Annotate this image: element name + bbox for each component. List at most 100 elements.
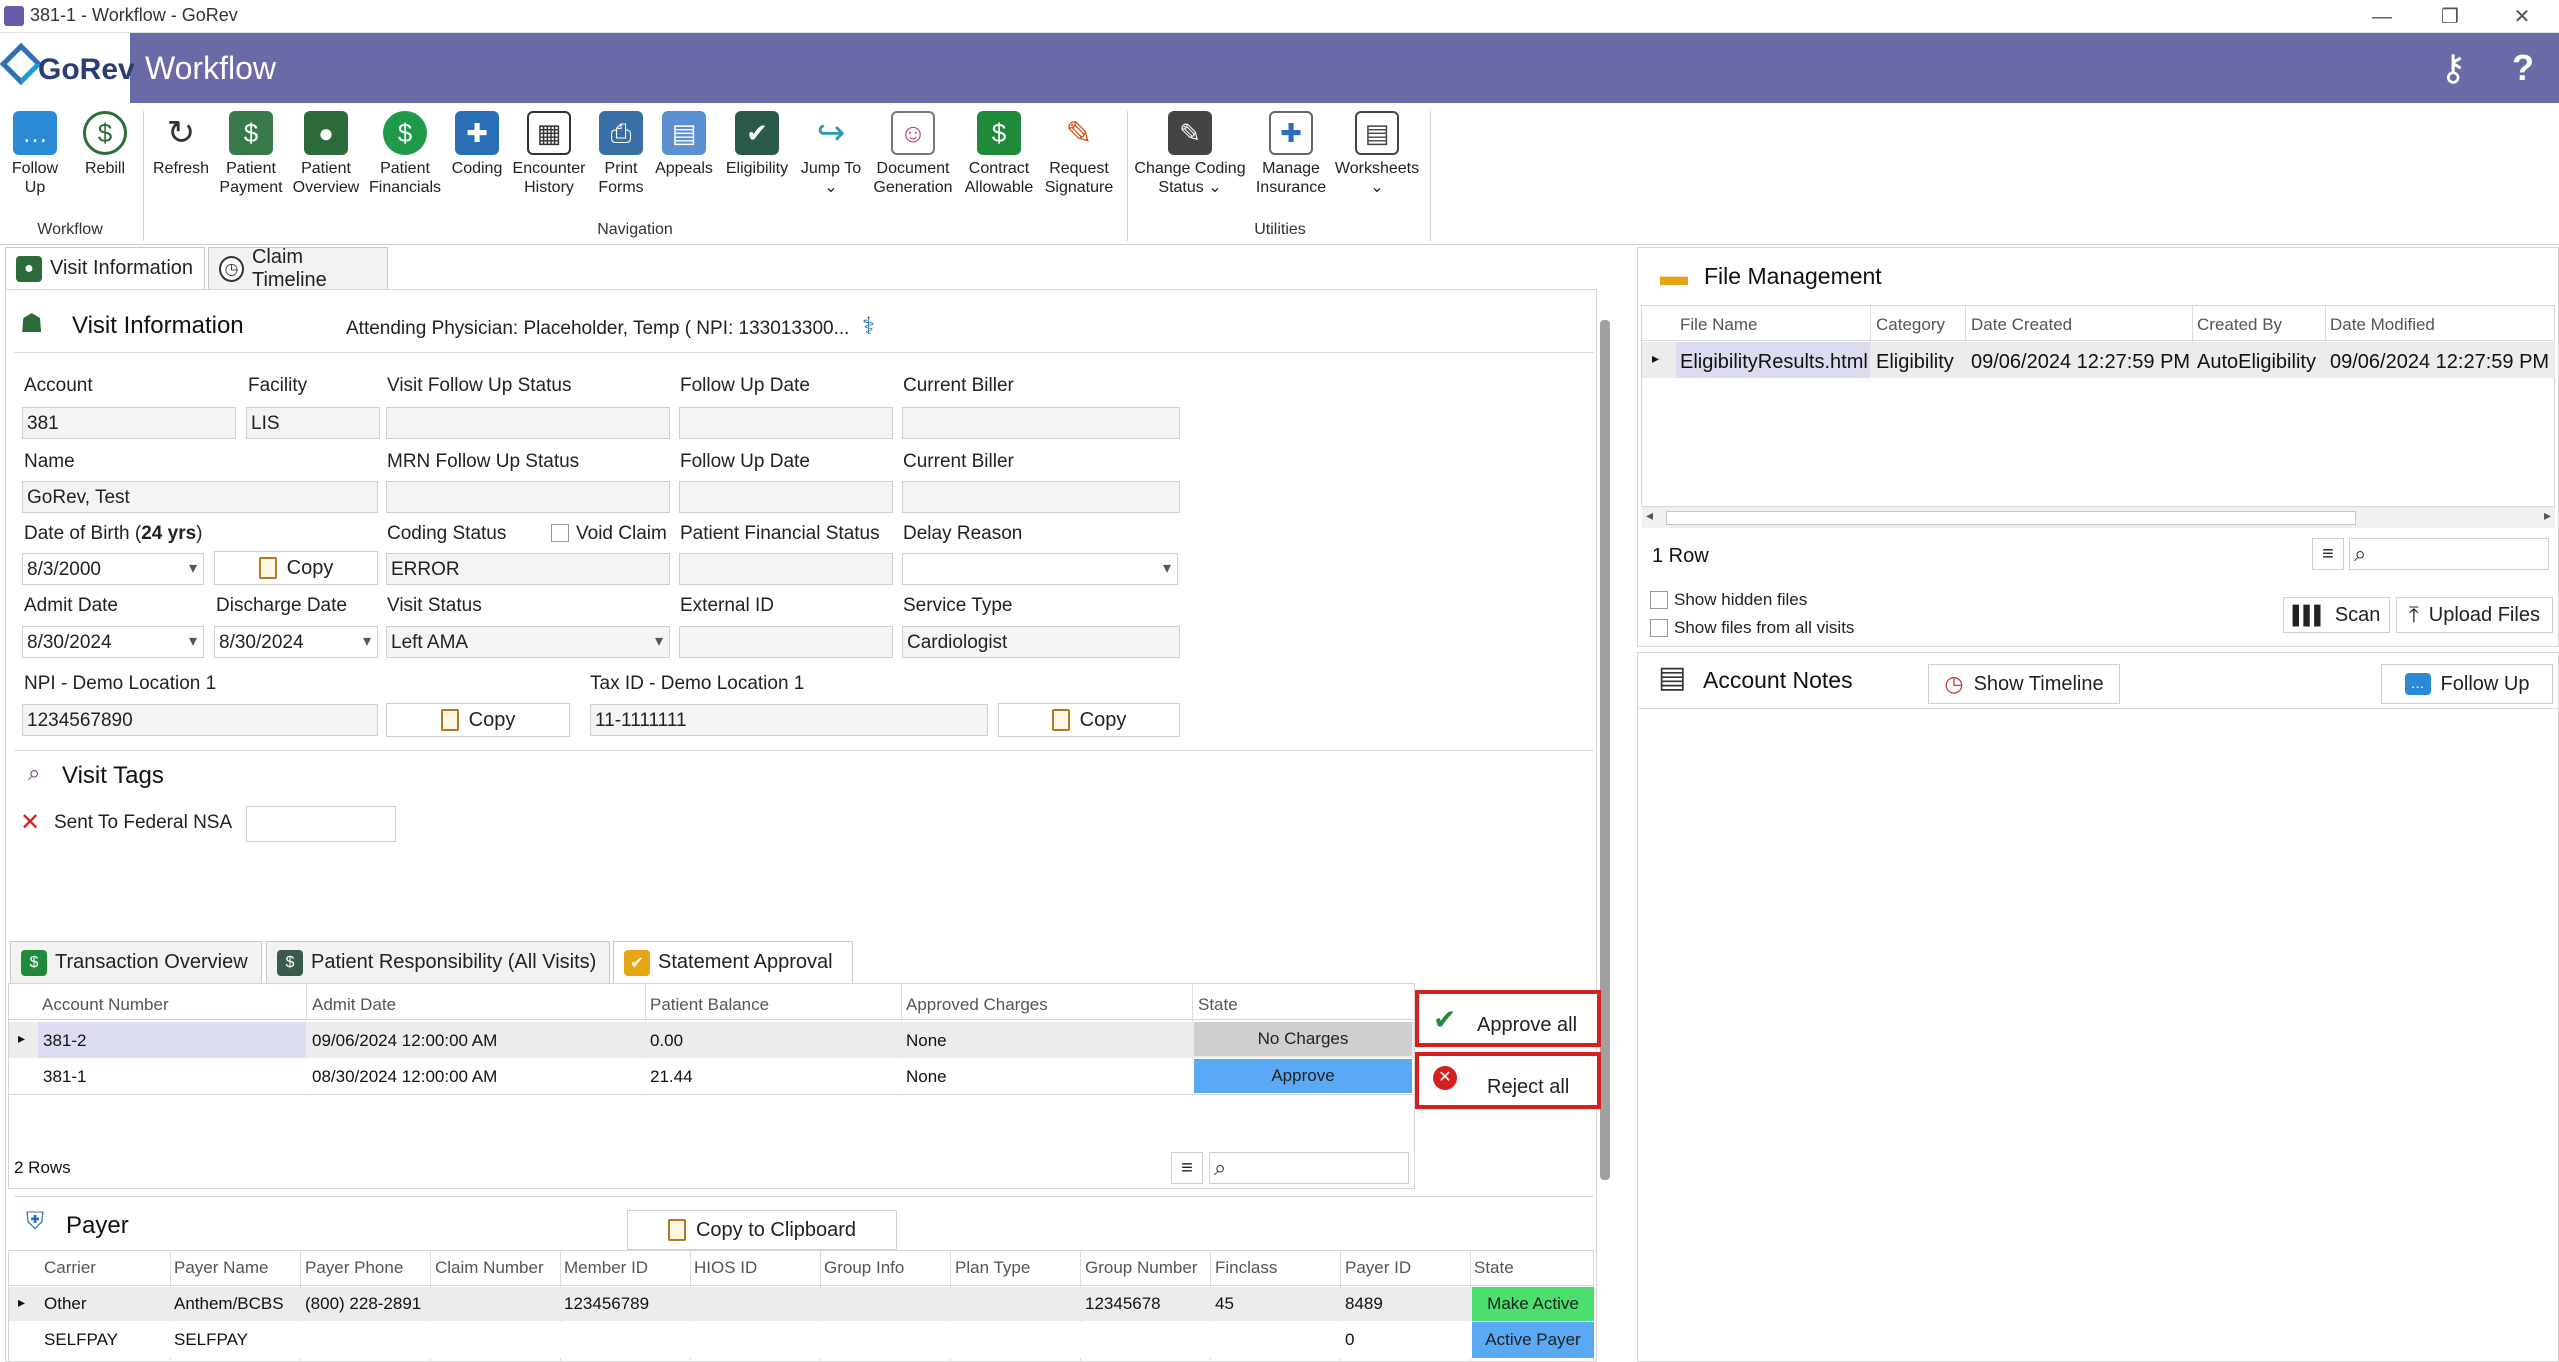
refresh-button[interactable]: ↻ Refresh bbox=[150, 111, 212, 178]
follow-up-date-field[interactable] bbox=[679, 407, 893, 439]
visit-follow-up-status-field[interactable] bbox=[386, 407, 670, 439]
column-header[interactable]: Created By bbox=[2197, 315, 2282, 335]
scrollbar-thumb[interactable] bbox=[1666, 511, 2356, 525]
file-search-input[interactable]: ⌕ bbox=[2349, 538, 2549, 570]
eligibility-button[interactable]: ✔ Eligibility bbox=[718, 111, 796, 178]
minimize-icon[interactable]: — bbox=[2362, 2, 2402, 32]
column-header[interactable]: Admit Date bbox=[312, 995, 396, 1015]
mrn-follow-up-date-field[interactable] bbox=[679, 481, 893, 513]
column-header[interactable]: Finclass bbox=[1215, 1258, 1277, 1278]
patient-financial-status-field[interactable] bbox=[679, 553, 893, 585]
document-generation-button[interactable]: ☺ Document Generation bbox=[870, 111, 956, 197]
column-header[interactable]: Group Number bbox=[1085, 1258, 1197, 1278]
worksheets-button[interactable]: ▤ Worksheets ⌄ bbox=[1334, 111, 1420, 197]
approve-all-button[interactable]: ✔ Approve all bbox=[1415, 990, 1601, 1047]
column-header[interactable]: Date Modified bbox=[2330, 315, 2435, 335]
dob-datepicker[interactable]: 8/3/2000 bbox=[22, 553, 204, 585]
change-coding-status-button[interactable]: ✎ Change Coding Status ⌄ bbox=[1132, 111, 1248, 197]
column-header[interactable]: Approved Charges bbox=[906, 995, 1048, 1015]
column-header[interactable]: Date Created bbox=[1971, 315, 2072, 335]
patient-payment-button[interactable]: $ Patient Payment bbox=[216, 111, 286, 197]
rebill-button[interactable]: $ Rebill bbox=[78, 111, 132, 178]
remove-tag-icon[interactable]: ✕ bbox=[20, 808, 40, 837]
column-header[interactable]: Claim Number bbox=[435, 1258, 544, 1278]
column-header[interactable]: Payer Phone bbox=[305, 1258, 403, 1278]
copy-to-clipboard-button[interactable]: Copy to Clipboard bbox=[627, 1210, 897, 1250]
column-header[interactable]: HIOS ID bbox=[694, 1258, 757, 1278]
print-forms-button[interactable]: ⎙ Print Forms bbox=[592, 111, 650, 197]
tab-transaction-overview[interactable]: $ Transaction Overview bbox=[10, 941, 262, 983]
file-grid-menu-icon[interactable]: ≡ bbox=[2312, 538, 2344, 570]
scan-button[interactable]: ▌▌▌ Scan bbox=[2283, 597, 2390, 633]
follow-up-button[interactable]: … Follow Up bbox=[8, 111, 62, 197]
visit-status-dropdown[interactable]: Left AMA bbox=[386, 626, 670, 658]
service-type-field[interactable]: Cardiologist bbox=[902, 626, 1180, 658]
encounter-history-button[interactable]: ▦ Encounter History bbox=[510, 111, 588, 197]
column-header[interactable]: Group Info bbox=[824, 1258, 904, 1278]
scroll-left-icon[interactable]: ◂ bbox=[1646, 507, 1653, 524]
current-biller-field[interactable] bbox=[902, 407, 1180, 439]
tab-visit-information[interactable]: ● Visit Information bbox=[5, 247, 205, 289]
reject-all-button[interactable]: ✕ Reject all bbox=[1415, 1052, 1601, 1109]
coding-button[interactable]: ✚ Coding bbox=[446, 111, 508, 178]
column-header[interactable]: State bbox=[1474, 1258, 1514, 1278]
mrn-follow-up-status-field[interactable] bbox=[386, 481, 670, 513]
contract-allowable-button[interactable]: $ Contract Allowable bbox=[960, 111, 1038, 197]
show-hidden-files-checkbox[interactable] bbox=[1650, 591, 1668, 609]
column-header[interactable]: Plan Type bbox=[955, 1258, 1030, 1278]
physician-icon[interactable]: ⚕ bbox=[862, 312, 875, 341]
external-id-field[interactable] bbox=[679, 626, 893, 658]
column-header[interactable]: Payer Name bbox=[174, 1258, 268, 1278]
copy-tax-id-button[interactable]: Copy bbox=[998, 703, 1180, 737]
patient-financials-button[interactable]: $ Patient Financials bbox=[368, 111, 442, 197]
close-icon[interactable]: ✕ bbox=[2502, 2, 2542, 32]
column-header[interactable]: Account Number bbox=[42, 995, 169, 1015]
void-claim-checkbox[interactable] bbox=[551, 524, 569, 542]
column-header[interactable]: Payer ID bbox=[1345, 1258, 1411, 1278]
request-signature-button[interactable]: ✎ Request Signature bbox=[1040, 111, 1118, 197]
show-timeline-button[interactable]: ◷ Show Timeline bbox=[1928, 664, 2120, 704]
tab-statement-approval[interactable]: ✔ Statement Approval bbox=[613, 941, 853, 983]
manage-insurance-button[interactable]: ✚ Manage Insurance bbox=[1252, 111, 1330, 197]
grid-search-input[interactable]: ⌕ bbox=[1209, 1152, 1409, 1184]
tax-id-field[interactable]: 11-1111111 bbox=[590, 704, 988, 736]
restore-icon[interactable]: ❐ bbox=[2430, 2, 2470, 32]
tab-claim-timeline[interactable]: ◷ Claim Timeline bbox=[208, 246, 388, 291]
jump-to-button[interactable]: ↪ Jump To ⌄ bbox=[796, 111, 866, 197]
users-keys-icon[interactable]: ⚷ bbox=[2440, 47, 2466, 89]
make-active-button[interactable]: Make Active bbox=[1472, 1287, 1594, 1321]
copy-npi-button[interactable]: Copy bbox=[386, 703, 570, 737]
vertical-scrollbar[interactable] bbox=[1600, 320, 1610, 1180]
tab-patient-responsibility[interactable]: $ Patient Responsibility (All Visits) bbox=[266, 941, 610, 983]
delay-reason-dropdown[interactable] bbox=[902, 553, 1178, 585]
approve-button[interactable]: Approve bbox=[1194, 1059, 1412, 1093]
row-expand-icon[interactable]: ▸ bbox=[18, 1030, 25, 1047]
column-header[interactable]: Carrier bbox=[44, 1258, 96, 1278]
npi-field[interactable]: 1234567890 bbox=[22, 704, 378, 736]
tag-value-input[interactable] bbox=[246, 806, 396, 842]
account-field[interactable]: 381 bbox=[22, 407, 236, 439]
scroll-right-icon[interactable]: ▸ bbox=[2544, 507, 2551, 524]
column-header[interactable]: Patient Balance bbox=[650, 995, 769, 1015]
facility-field[interactable]: LIS bbox=[246, 407, 380, 439]
notes-follow-up-button[interactable]: … Follow Up bbox=[2381, 664, 2553, 704]
patient-overview-button[interactable]: ● Patient Overview bbox=[290, 111, 362, 197]
appeals-button[interactable]: ▤ Appeals bbox=[652, 111, 716, 178]
show-all-visits-checkbox[interactable] bbox=[1650, 619, 1668, 637]
mrn-current-biller-field[interactable] bbox=[902, 481, 1180, 513]
upload-files-button[interactable]: ⤒ Upload Files bbox=[2396, 597, 2553, 633]
discharge-date-datepicker[interactable]: 8/30/2024 bbox=[214, 626, 378, 658]
name-field[interactable]: GoRev, Test bbox=[22, 481, 378, 513]
grid-menu-icon[interactable]: ≡ bbox=[1171, 1152, 1203, 1184]
horizontal-scrollbar[interactable]: ◂ ▸ bbox=[1642, 506, 2555, 528]
admit-date-datepicker[interactable]: 8/30/2024 bbox=[22, 626, 204, 658]
help-icon[interactable]: ? bbox=[2512, 47, 2534, 89]
column-header[interactable]: State bbox=[1198, 995, 1238, 1015]
row-expand-icon[interactable]: ▸ bbox=[1652, 350, 1659, 367]
column-header[interactable]: File Name bbox=[1680, 315, 1757, 335]
column-header[interactable]: Member ID bbox=[564, 1258, 648, 1278]
column-header[interactable]: Category bbox=[1876, 315, 1945, 335]
coding-status-field[interactable]: ERROR bbox=[386, 553, 670, 585]
copy-dob-button[interactable]: Copy bbox=[214, 551, 378, 585]
row-expand-icon[interactable]: ▸ bbox=[18, 1294, 25, 1311]
